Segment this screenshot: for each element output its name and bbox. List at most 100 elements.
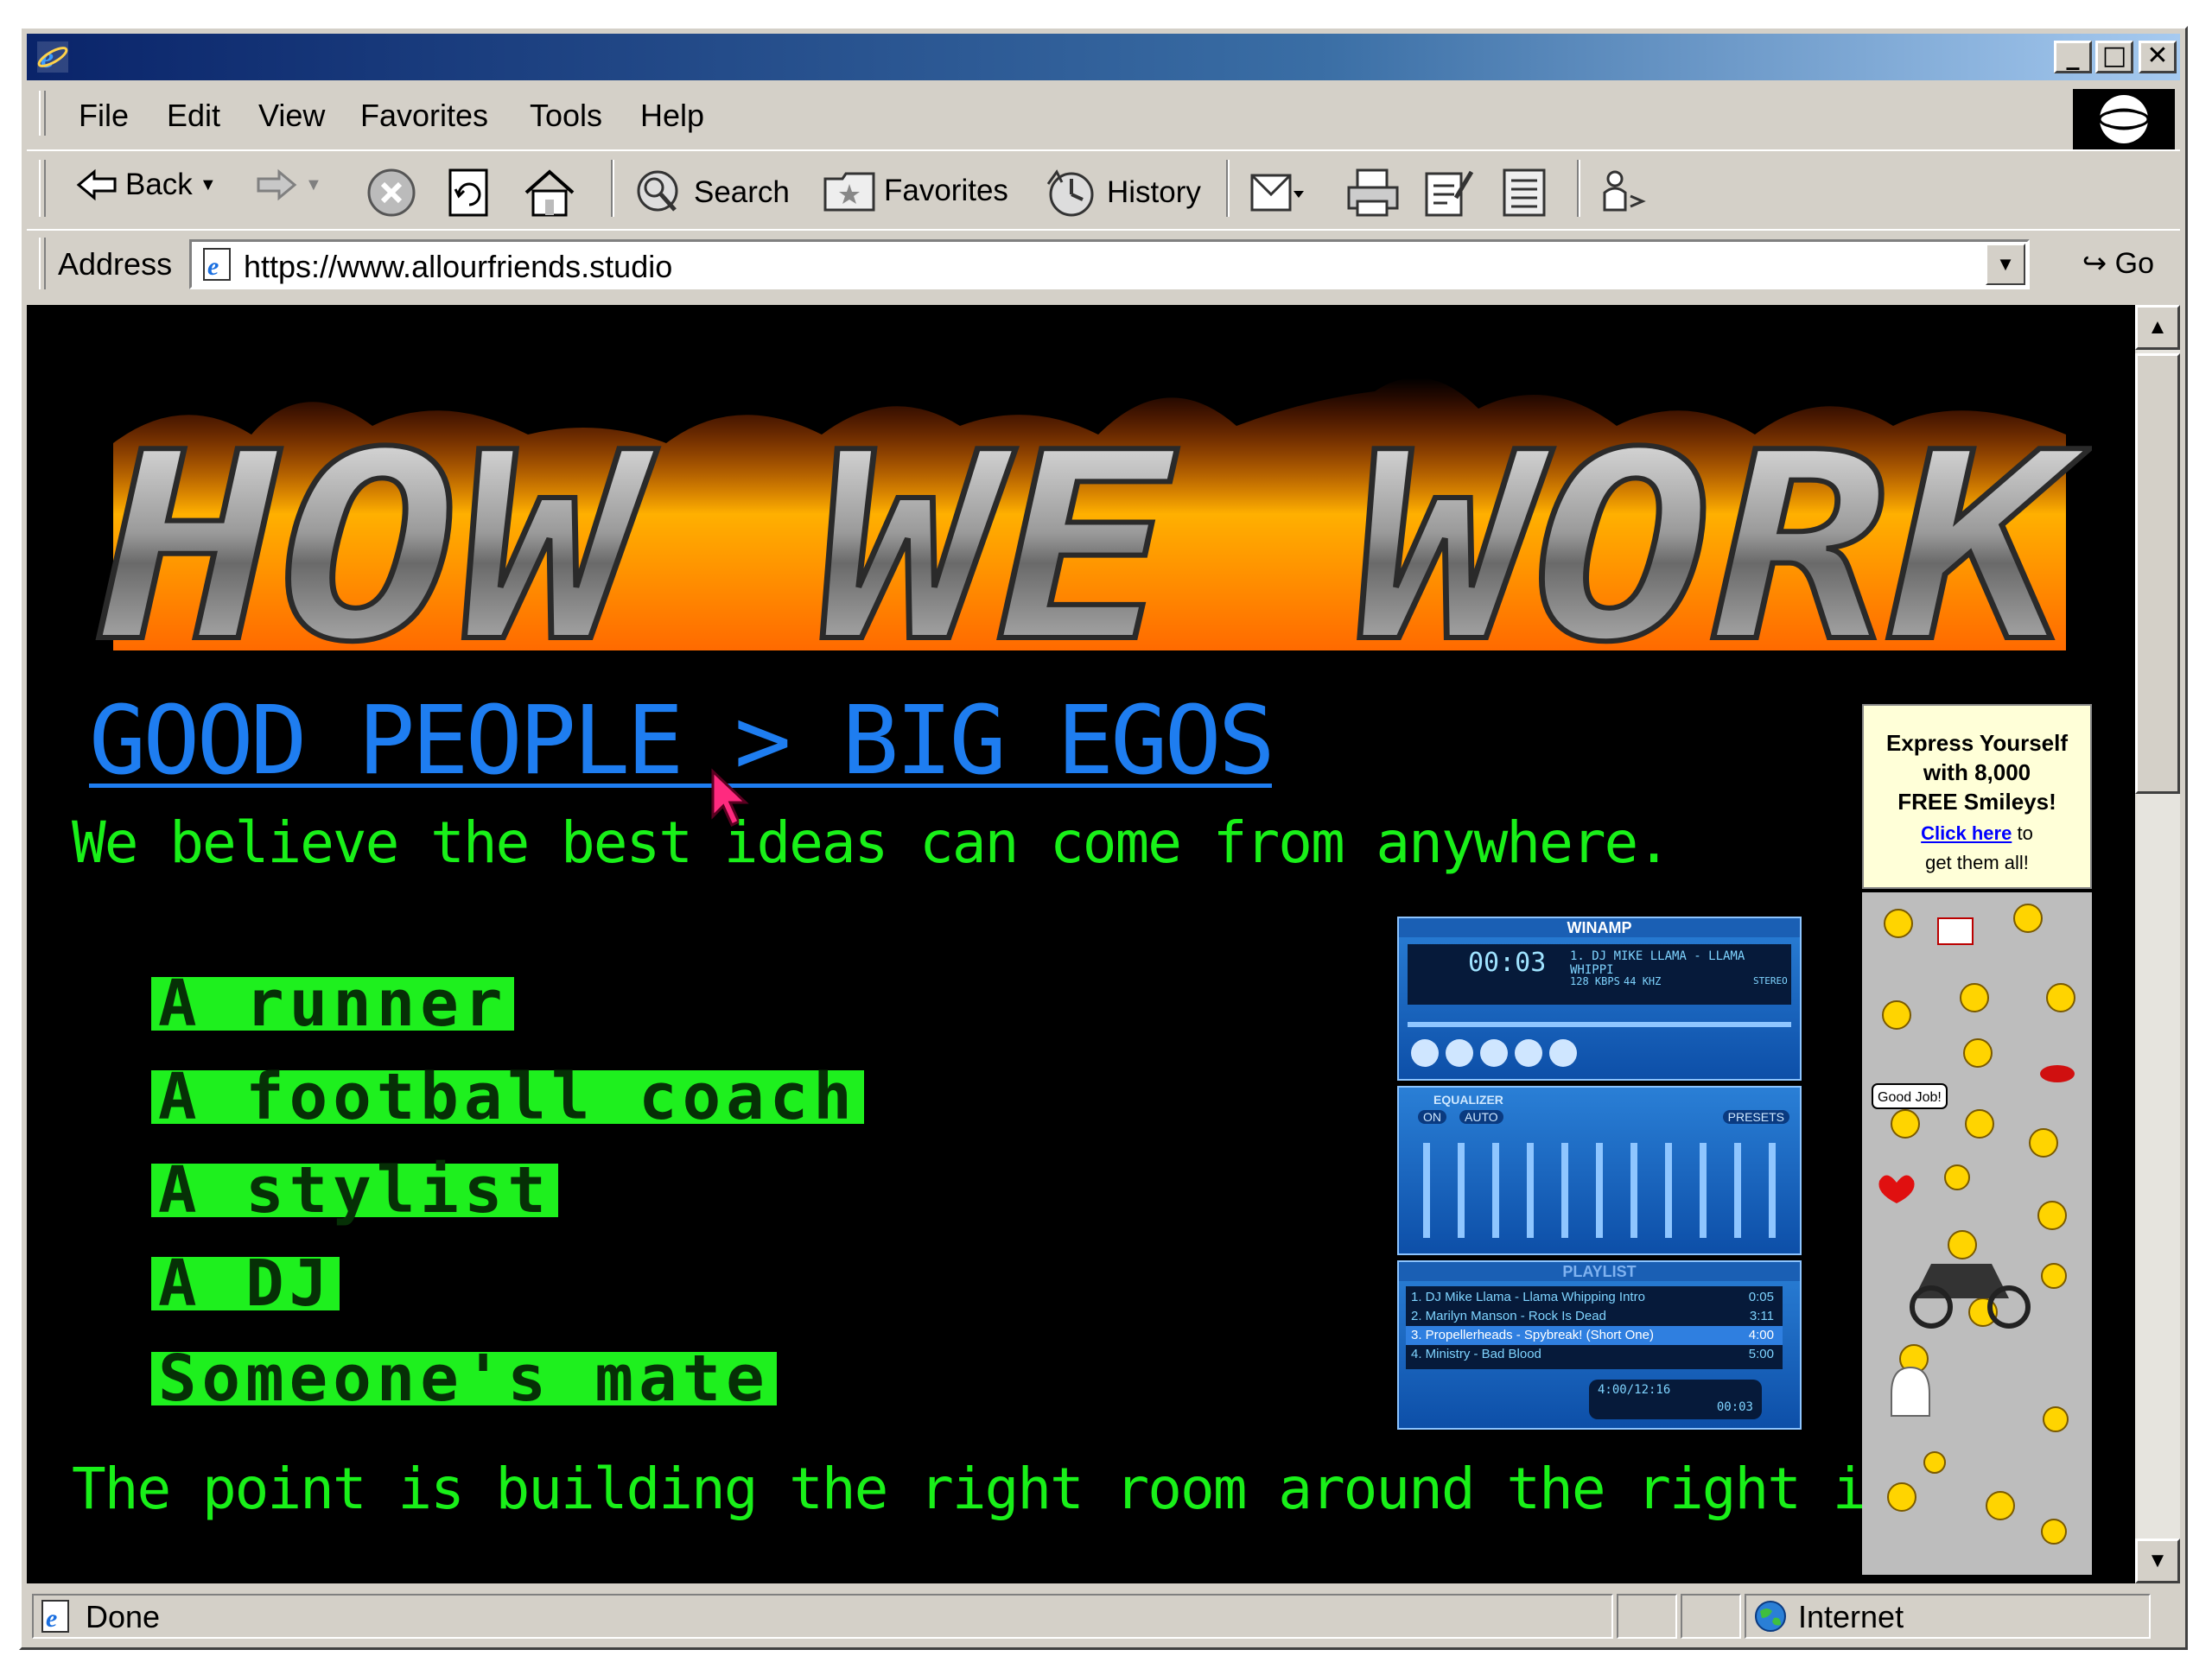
minimize-button[interactable]: _	[2054, 41, 2092, 73]
playlist-item[interactable]: 2. Marilyn Manson - Rock Is Dead	[1411, 1309, 1606, 1323]
discuss-page-icon	[1503, 168, 1546, 217]
address-dropdown-button[interactable]: ▼	[1986, 244, 2025, 285]
scroll-down-button[interactable]: ▼	[2135, 1539, 2180, 1583]
history-button[interactable]: History	[1043, 167, 1201, 219]
stop-playback-button[interactable]	[1515, 1039, 1542, 1067]
mail-icon	[1250, 174, 1304, 212]
forward-button[interactable]: ▼	[255, 167, 322, 203]
role-item: Someone's mate	[151, 1347, 777, 1411]
menu-view[interactable]: View	[258, 98, 325, 134]
winamp-title[interactable]: WINAMP	[1399, 918, 1800, 937]
ad-headline-2: with 8,000	[1923, 759, 2031, 785]
role-item: A football coach	[151, 1065, 864, 1129]
zone-text: Internet	[1798, 1599, 1904, 1634]
how-we-work-banner: HOW WE WORK	[93, 378, 2092, 685]
brand-globe-icon	[2098, 95, 2150, 143]
playlist-item-time: 0:05	[1748, 1290, 1774, 1304]
edit-page-icon	[1425, 170, 1474, 217]
chevron-down-icon[interactable]: ▼	[305, 175, 322, 195]
scroll-up-button[interactable]: ▲	[2135, 305, 2180, 350]
mail-button[interactable]	[1249, 167, 1304, 219]
winamp-main-panel[interactable]: WINAMP 00:03 1. DJ MIKE LLAMA - LLAMA WH…	[1397, 917, 1802, 1081]
playlist-item[interactable]: 4. Ministry - Bad Blood	[1411, 1347, 1541, 1361]
title-bar[interactable]: e _ □ ✕	[27, 34, 2180, 80]
back-arrow-icon	[76, 168, 117, 201]
playlist-item-time: 5:00	[1748, 1347, 1774, 1361]
printer-icon	[1347, 168, 1399, 217]
home-button[interactable]	[521, 167, 578, 219]
smiley-ad[interactable]: Express Yourself with 8,000 FREE Smileys…	[1862, 704, 2092, 889]
discuss-button[interactable]	[1497, 167, 1551, 219]
ie-logo-icon: e	[37, 41, 68, 74]
refresh-icon	[448, 168, 488, 217]
browser-window: e _ □ ✕ File Edit View Favorites Tools H…	[19, 26, 2188, 1650]
winamp-display: 00:03 1. DJ MIKE LLAMA - LLAMA WHIPPI 12…	[1408, 944, 1791, 1005]
print-button[interactable]	[1345, 167, 1401, 219]
winamp-player[interactable]: WINAMP 00:03 1. DJ MIKE LLAMA - LLAMA WH…	[1397, 917, 1802, 1430]
play-button[interactable]	[1446, 1039, 1473, 1067]
playlist-list[interactable]: 1. DJ Mike Llama - Llama Whipping Intro …	[1406, 1286, 1783, 1369]
winamp-stereo: STEREO	[1753, 975, 1788, 987]
menu-help[interactable]: Help	[640, 98, 704, 134]
playlist-elapsed: 00:03	[1716, 1400, 1753, 1414]
eq-presets-button[interactable]: PRESETS	[1722, 1110, 1789, 1124]
playlist-item[interactable]: 1. DJ Mike Llama - Llama Whipping Intro	[1411, 1290, 1645, 1304]
eq-on-button[interactable]: ON	[1418, 1110, 1446, 1124]
eq-title: EQUALIZER	[1433, 1093, 1503, 1107]
stop-button[interactable]	[365, 167, 417, 219]
menu-bar: File Edit View Favorites Tools Help	[27, 86, 2180, 149]
favorites-button[interactable]: Favorites	[822, 167, 1008, 215]
eq-sliders[interactable]	[1409, 1136, 1789, 1245]
brand-logo	[2073, 89, 2175, 149]
winamp-khz: 44 KHZ	[1624, 975, 1662, 987]
playlist-item-time: 3:11	[1749, 1309, 1774, 1323]
address-input[interactable]: e https://www.allourfriends.studio ▼	[189, 239, 2030, 289]
toolbar-grip	[39, 91, 46, 136]
scroll-thumb[interactable]	[2135, 353, 2180, 794]
go-button[interactable]: ↪ Go	[2082, 246, 2154, 281]
ad-click-here-link[interactable]: Click here	[1921, 822, 2012, 844]
playlist-item-selected[interactable]: 3. Propellerheads - Spybreak! (Short One…	[1411, 1328, 1654, 1342]
eq-auto-button[interactable]: AUTO	[1459, 1110, 1503, 1124]
toolbar-grip	[39, 238, 46, 289]
svg-text:e: e	[46, 1604, 57, 1633]
tagline-link[interactable]: GOOD PEOPLE > BIG EGOS	[89, 685, 1275, 796]
winamp-kbps: 128 KBPS	[1570, 975, 1620, 987]
menu-favorites[interactable]: Favorites	[360, 98, 488, 134]
vertical-scrollbar[interactable]: ▲ ▼	[2135, 305, 2180, 1583]
messenger-button[interactable]	[1596, 167, 1649, 219]
good-job-bubble: Good Job!	[1878, 1090, 1942, 1105]
menu-file[interactable]: File	[79, 98, 129, 134]
standard-toolbar: Back ▼ ▼ Search Favorites History	[27, 149, 2180, 225]
search-button[interactable]: Search	[633, 167, 790, 219]
status-bar: e Done Internet	[27, 1589, 2180, 1644]
back-label: Back	[125, 168, 193, 201]
status-main-cell: e Done	[32, 1594, 1613, 1639]
role-item: A runner	[151, 972, 515, 1036]
maximize-button[interactable]: □	[2095, 41, 2133, 73]
go-arrow-icon: ↪	[2082, 247, 2107, 280]
search-label: Search	[694, 175, 790, 209]
close-button[interactable]: ✕	[2139, 41, 2177, 73]
address-label: Address	[58, 246, 173, 282]
prev-button[interactable]	[1411, 1039, 1439, 1067]
address-bar: Address e https://www.allourfriends.stud…	[27, 229, 2180, 300]
role-item: A stylist	[151, 1158, 558, 1222]
winamp-track: 1. DJ MIKE LLAMA - LLAMA WHIPPI	[1570, 949, 1745, 977]
internet-globe-icon	[1755, 1601, 1786, 1632]
winamp-equalizer[interactable]: EQUALIZER ON AUTO PRESETS	[1397, 1086, 1802, 1255]
role-item: A DJ	[151, 1252, 340, 1316]
menu-edit[interactable]: Edit	[167, 98, 220, 134]
chevron-down-icon[interactable]: ▼	[200, 175, 217, 195]
refresh-button[interactable]	[445, 167, 493, 219]
edit-button[interactable]	[1421, 167, 1475, 219]
favorites-folder-icon	[823, 172, 875, 212]
ad-headline-3: FREE Smileys!	[1897, 789, 2056, 815]
winamp-playlist[interactable]: PLAYLIST 1. DJ Mike Llama - Llama Whippi…	[1397, 1260, 1802, 1430]
pause-button[interactable]	[1480, 1039, 1508, 1067]
smiley-ad-images[interactable]: Good Job!	[1862, 892, 2092, 1575]
next-button[interactable]	[1549, 1039, 1577, 1067]
back-button[interactable]: Back ▼	[75, 167, 217, 203]
seek-bar[interactable]	[1408, 1022, 1791, 1027]
menu-tools[interactable]: Tools	[530, 98, 602, 134]
